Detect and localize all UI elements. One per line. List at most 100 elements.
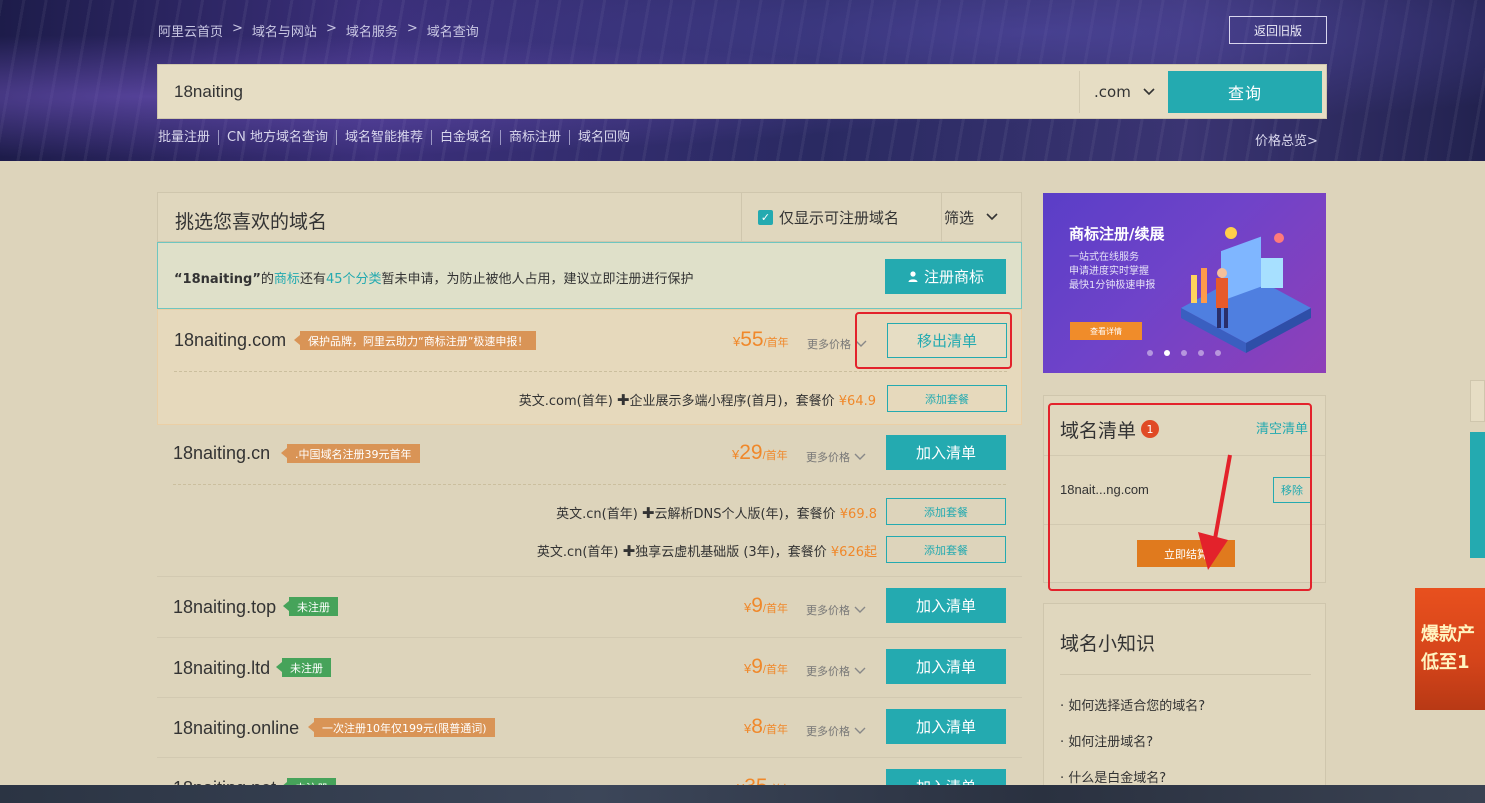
add-to-list-button[interactable]: 加入清单 xyxy=(886,588,1006,623)
more-prices-toggle[interactable]: 更多价格 xyxy=(806,723,866,739)
domain-name: 18naiting.cn xyxy=(173,443,271,463)
ad-description: 一站式在线服务 申请进度实时掌握 最快1分钟极速申报 xyxy=(1069,252,1156,291)
carousel-dots[interactable] xyxy=(1147,350,1221,356)
carousel-dot-active[interactable] xyxy=(1164,350,1170,356)
chevron-down-icon xyxy=(854,453,866,460)
breadcrumb-separator: > xyxy=(325,21,337,36)
package-offer: 英文.com(首年) ✚企业展示多端小程序(首月)，套餐价 ¥64.9 xyxy=(518,391,876,409)
query-button[interactable]: 查询 xyxy=(1168,71,1322,113)
red-arrow-annotation xyxy=(1198,454,1232,570)
domain-row-ltd: 18naiting.ltd 未注册 ¥9/首年 更多价格 加入清单 xyxy=(157,638,1022,698)
register-trademark-button[interactable]: 注册商标 xyxy=(885,259,1006,294)
chevron-down-icon xyxy=(1143,88,1155,96)
domain-price: ¥9/首年 xyxy=(744,594,788,617)
link-trademark-register[interactable]: 商标注册 xyxy=(499,130,569,145)
domain-search-input[interactable] xyxy=(174,79,1054,105)
status-badge: 未注册 xyxy=(283,597,338,616)
more-prices-toggle[interactable]: 更多价格 xyxy=(806,602,866,618)
breadcrumb-separator: > xyxy=(232,21,243,36)
domain-knowledge-panel: 域名小知识 · 如何选择适合您的域名? · 如何注册域名? · 什么是白金域名? xyxy=(1043,603,1326,803)
isometric-dashboard-illustration xyxy=(1181,227,1311,353)
knowledge-title: 域名小知识 xyxy=(1060,633,1156,655)
only-available-toggle[interactable]: ✓ 仅显示可注册域名 xyxy=(741,193,942,241)
filter-label: 筛选 xyxy=(944,208,975,227)
carousel-dot[interactable] xyxy=(1198,350,1204,356)
floating-tab[interactable] xyxy=(1470,380,1485,422)
floating-service-bar[interactable] xyxy=(1470,432,1485,558)
more-prices-toggle[interactable]: 更多价格 xyxy=(806,449,866,465)
status-badge: 未注册 xyxy=(276,658,331,677)
chevron-down-icon xyxy=(854,727,866,734)
list-title: 挑选您喜欢的域名 xyxy=(175,211,328,233)
background-strip xyxy=(0,785,1485,803)
filter-dropdown[interactable]: 筛选 xyxy=(944,193,998,241)
trademark-link[interactable]: 商标 xyxy=(274,272,300,287)
trademark-notice-text: “18naiting”的商标还有45个分类暂未申请，为防止被他人占用，建议立即注… xyxy=(174,272,694,287)
ad-view-details-button[interactable]: 查看详情 xyxy=(1070,322,1142,340)
domain-row-cn: 18naiting.cn .中国域名注册39元首年 ¥29/首年 更多价格 加入… xyxy=(157,425,1022,577)
domain-name: 18naiting.top xyxy=(173,597,277,617)
divider xyxy=(173,484,1006,485)
domain-name: 18naiting.ltd xyxy=(173,658,271,678)
tld-select-value: .com xyxy=(1094,83,1131,101)
promo-tag: 一次注册10年仅199元(限普通词) xyxy=(308,718,495,737)
trademark-notice: “18naiting”的商标还有45个分类暂未申请，为防止被他人占用，建议立即注… xyxy=(157,242,1022,309)
carousel-dot[interactable] xyxy=(1147,350,1153,356)
carousel-dot[interactable] xyxy=(1181,350,1187,356)
domain-price: ¥8/首年 xyxy=(744,715,788,738)
breadcrumb-domain-service[interactable]: 域名服务 xyxy=(346,21,398,40)
breadcrumb-domains-sites[interactable]: 域名与网站 xyxy=(252,21,317,40)
knowledge-link[interactable]: · 如何选择适合您的域名? xyxy=(1060,695,1205,714)
knowledge-link[interactable]: · 如何注册域名? xyxy=(1060,731,1153,750)
link-cn-regional-query[interactable]: CN 地方域名查询 xyxy=(218,130,336,145)
floating-promo-ad[interactable]: 爆款产 低至1 xyxy=(1415,588,1485,710)
domain-name: 18naiting.com xyxy=(174,330,287,350)
promo-tag: .中国域名注册39元首年 xyxy=(281,444,420,463)
link-bulk-register[interactable]: 批量注册 xyxy=(158,130,218,145)
promo-text: 爆款产 xyxy=(1421,624,1475,645)
breadcrumb-home[interactable]: 阿里云首页 xyxy=(158,21,223,40)
checkbox-checked-icon[interactable]: ✓ xyxy=(758,209,773,225)
add-package-button[interactable]: 添加套餐 xyxy=(886,498,1006,525)
divider xyxy=(174,371,1007,372)
domain-price: ¥9/首年 xyxy=(744,655,788,678)
domain-results: 挑选您喜欢的域名 ✓ 仅显示可注册域名 筛选 “18naiting”的商标还有4… xyxy=(157,192,1022,803)
only-available-label: 仅显示可注册域名 xyxy=(779,208,900,227)
user-edit-icon xyxy=(908,271,918,282)
knowledge-link[interactable]: · 什么是白金域名? xyxy=(1060,767,1166,786)
tld-select[interactable]: .com xyxy=(1079,71,1167,113)
chevron-down-icon xyxy=(854,667,866,674)
add-to-list-button[interactable]: 加入清单 xyxy=(886,649,1006,684)
add-to-list-button[interactable]: 加入清单 xyxy=(886,709,1006,744)
package-offer: 英文.cn(首年) ✚云解析DNS个人版(年)，套餐价 ¥69.8 xyxy=(556,504,877,522)
domain-price: ¥29/首年 xyxy=(732,441,788,464)
trademark-ad-banner[interactable]: 商标注册/续展 一站式在线服务 申请进度实时掌握 最快1分钟极速申报 查看详情 xyxy=(1043,193,1326,373)
divider xyxy=(1060,674,1311,675)
domain-row-top: 18naiting.top 未注册 ¥9/首年 更多价格 加入清单 xyxy=(157,577,1022,638)
more-prices-toggle[interactable]: 更多价格 xyxy=(806,663,866,679)
ad-title: 商标注册/续展 xyxy=(1069,225,1165,243)
chevron-down-icon xyxy=(986,213,998,221)
add-package-button[interactable]: 添加套餐 xyxy=(886,536,1006,563)
add-to-list-button[interactable]: 加入清单 xyxy=(886,435,1006,470)
carousel-dot[interactable] xyxy=(1215,350,1221,356)
breadcrumb-domain-query: 域名查询 xyxy=(426,25,479,40)
domain-row-online: 18naiting.online 一次注册10年仅199元(限普通词) ¥8/首… xyxy=(157,698,1022,758)
price-overview-link[interactable]: 价格总览> xyxy=(1255,130,1318,149)
domain-name: 18naiting.online xyxy=(173,718,300,738)
search-hero: 阿里云首页 > 域名与网站 > 域名服务 > 域名查询 返回旧版 .com 查询… xyxy=(0,0,1485,161)
breadcrumb: 阿里云首页 > 域名与网站 > 域名服务 > 域名查询 xyxy=(158,21,479,40)
chevron-down-icon xyxy=(854,606,866,613)
link-domain-buyback[interactable]: 域名回购 xyxy=(569,130,638,145)
quick-links: 批量注册 CN 地方域名查询 域名智能推荐 白金域名 商标注册 域名回购 xyxy=(158,130,638,145)
back-to-old-version-button[interactable]: 返回旧版 xyxy=(1229,16,1327,44)
link-premium-domain[interactable]: 白金域名 xyxy=(430,130,500,145)
highlight-box xyxy=(855,312,1012,369)
domain-search-box: .com 查询 xyxy=(157,64,1327,119)
promo-text: 低至1 xyxy=(1421,652,1470,673)
breadcrumb-separator: > xyxy=(406,21,418,36)
add-package-button[interactable]: 添加套餐 xyxy=(887,385,1007,412)
link-smart-recommend[interactable]: 域名智能推荐 xyxy=(335,130,431,145)
domain-price: ¥55/首年 xyxy=(733,328,789,351)
promo-tag: 保护品牌，阿里云助力“商标注册”极速申报！ xyxy=(293,331,537,350)
